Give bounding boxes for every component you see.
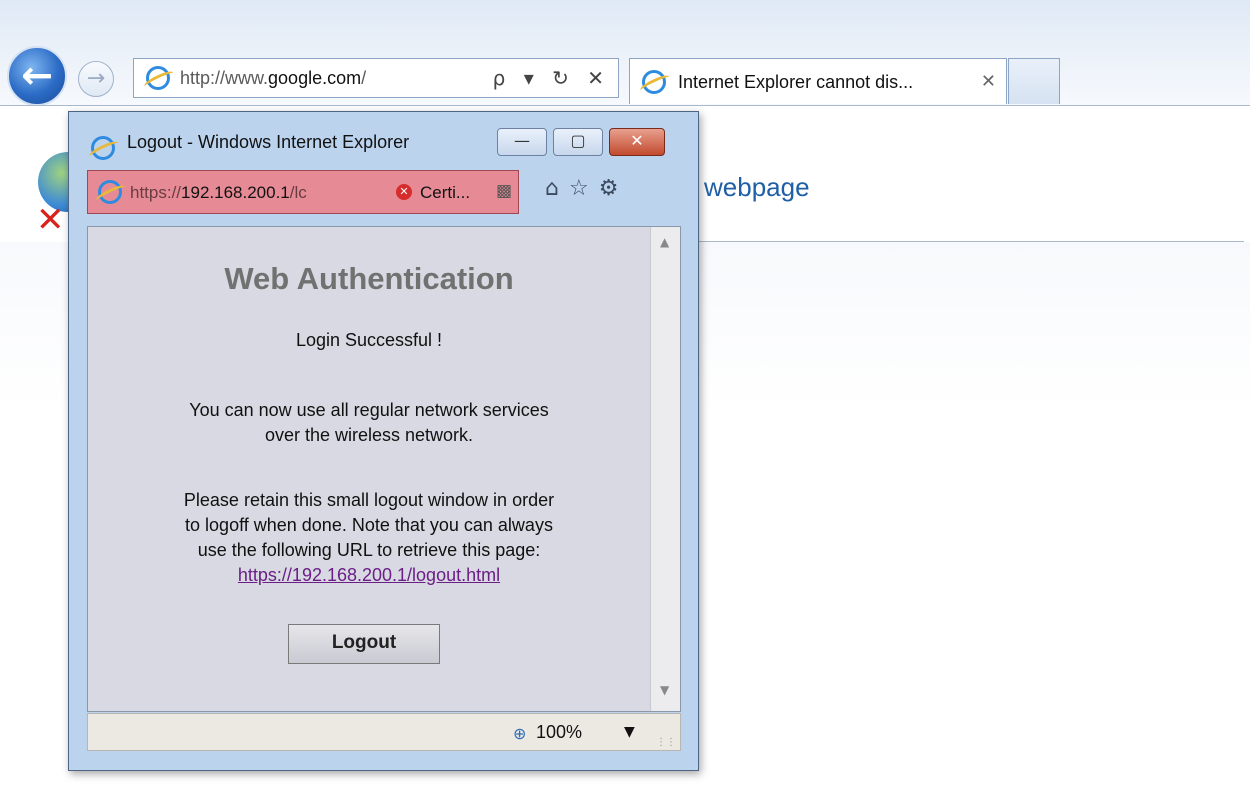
gear-icon[interactable]: ⚙ [599, 176, 629, 201]
login-success-text: Login Successful ! [295, 330, 443, 350]
retain-text-line-2: to logoff when done. Note that you can a… [185, 515, 553, 535]
chevron-down-icon[interactable]: ▼ [624, 724, 635, 740]
home-icon[interactable]: ⌂ [545, 176, 569, 201]
tab-active[interactable]: Internet Explorer cannot dis... ✕ [629, 58, 1007, 104]
popup-content: Web Authentication Login Successful ! Yo… [87, 226, 681, 712]
logout-button[interactable]: Logout [288, 624, 440, 664]
back-arrow-icon[interactable]: ← [7, 46, 67, 106]
ie-logo-icon [146, 66, 170, 90]
popup-address-ie-icon [98, 180, 122, 204]
browser-chrome: ← → http://www.google.com/ ρ ▾ ↻ ✕ Inter… [0, 0, 1250, 106]
scroll-down-icon[interactable]: ▼ [660, 683, 669, 697]
popup-url[interactable]: https://192.168.200.1/lc [130, 183, 307, 203]
logout-url-link[interactable]: https://192.168.200.1/logout.html [238, 565, 500, 585]
address-bar[interactable]: http://www.google.com/ ρ ▾ ↻ ✕ [133, 58, 619, 98]
address-url[interactable]: http://www.google.com/ [180, 68, 366, 89]
zoom-level[interactable]: 100% [536, 722, 582, 743]
zoom-icon[interactable]: ⊕ [513, 724, 526, 743]
forward-arrow-icon[interactable]: → [78, 61, 114, 97]
logout-popup-window: Logout - Windows Internet Explorer — ▢ ✕… [68, 111, 699, 771]
close-button[interactable]: ✕ [609, 128, 665, 156]
info-text-line-1: You can now use all regular network serv… [189, 400, 549, 420]
address-url-suffix: / [361, 68, 367, 88]
status-bar: ⊕ 100% ▼ ⋮⋮ [87, 713, 681, 751]
tab-title: Internet Explorer cannot dis... [678, 72, 914, 92]
chrome-divider [0, 105, 1250, 106]
error-x-icon: ✕ [36, 200, 65, 240]
new-tab-button[interactable] [1008, 58, 1060, 104]
popup-url-prefix: https:// [130, 183, 182, 202]
address-url-prefix: http://www. [180, 68, 269, 88]
tab-close-icon[interactable]: ✕ [981, 71, 996, 92]
auth-heading: Web Authentication [224, 261, 514, 296]
info-text-line-2: over the wireless network. [264, 425, 474, 445]
retain-text-line-3: use the following URL to retrieve this p… [197, 540, 541, 560]
popup-title: Logout - Windows Internet Explorer [127, 132, 410, 152]
certificate-error-label[interactable]: Certi... [420, 183, 470, 203]
minimize-button[interactable]: — [497, 128, 547, 156]
retain-text-line-1: Please retain this small logout window i… [183, 490, 555, 510]
star-icon[interactable]: ☆ [569, 176, 599, 201]
resize-grip-icon[interactable]: ⋮⋮ [656, 737, 676, 748]
certificate-error-icon[interactable]: ✕ [396, 184, 412, 200]
popup-ie-icon [91, 136, 115, 160]
tab-ie-icon [642, 70, 666, 94]
background-heading: webpage [704, 172, 810, 202]
maximize-button[interactable]: ▢ [553, 128, 603, 156]
popup-address-bar[interactable]: https://192.168.200.1/lc ✕ Certi... ▩ [87, 170, 519, 214]
address-bar-buttons[interactable]: ρ ▾ ↻ ✕ [493, 66, 610, 90]
compat-view-icon[interactable]: ▩ [496, 181, 512, 201]
scroll-up-icon[interactable]: ▲ [660, 235, 669, 249]
address-url-domain: google.com [268, 68, 362, 88]
vertical-scrollbar[interactable]: ▲ ▼ [650, 227, 680, 711]
popup-url-suffix: /lc [289, 183, 307, 202]
background-divider [698, 241, 1244, 242]
popup-url-host: 192.168.200.1 [181, 183, 290, 202]
popup-toolbar: ⌂☆⚙ [545, 176, 628, 201]
